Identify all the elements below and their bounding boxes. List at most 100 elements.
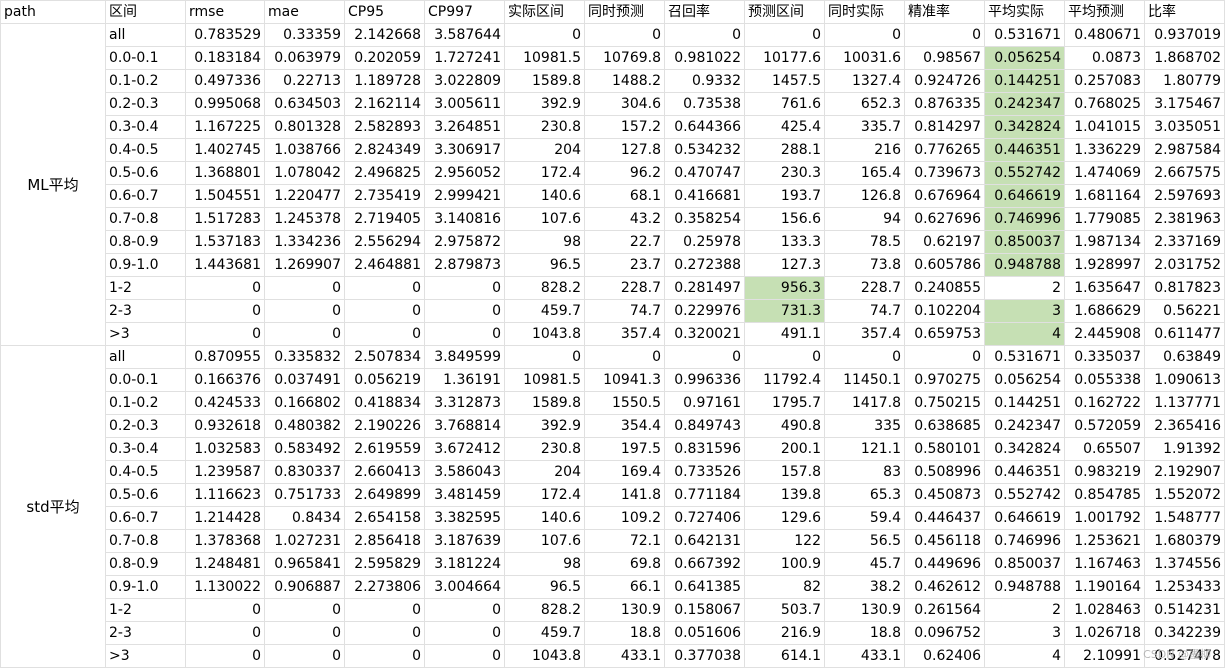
value-cell[interactable]: 1.517283 xyxy=(185,207,265,231)
value-cell[interactable]: 2.856418 xyxy=(344,529,425,553)
value-cell[interactable]: 0 xyxy=(264,322,345,346)
value-cell[interactable]: 2.667575 xyxy=(1144,161,1225,185)
value-cell[interactable]: 354.4 xyxy=(584,414,665,438)
value-cell[interactable]: 2.381963 xyxy=(1144,207,1225,231)
value-cell[interactable]: 0.480671 xyxy=(1064,23,1145,47)
value-cell[interactable]: 2.190226 xyxy=(344,414,425,438)
interval-cell[interactable]: 0.4-0.5 xyxy=(105,460,186,484)
value-cell[interactable]: 96.2 xyxy=(584,161,665,185)
value-cell[interactable]: 2.10991 xyxy=(1064,644,1145,668)
value-cell[interactable]: 0 xyxy=(185,598,265,622)
value-cell[interactable]: 1.91392 xyxy=(1144,437,1225,461)
value-cell[interactable]: 127.8 xyxy=(584,138,665,162)
value-cell[interactable]: 828.2 xyxy=(504,276,585,300)
value-cell[interactable]: 0 xyxy=(344,276,425,300)
value-cell[interactable]: 1.987134 xyxy=(1064,230,1145,254)
value-cell[interactable]: 0.948788 xyxy=(984,575,1065,599)
value-cell[interactable]: 652.3 xyxy=(824,92,905,116)
value-cell[interactable]: 140.6 xyxy=(504,506,585,530)
value-cell[interactable]: 3.035051 xyxy=(1144,115,1225,139)
value-cell[interactable]: 2.142668 xyxy=(344,23,425,47)
value-cell[interactable]: 204 xyxy=(504,460,585,484)
value-cell[interactable]: 0.158067 xyxy=(664,598,745,622)
value-cell[interactable]: 0.641385 xyxy=(664,575,745,599)
value-cell[interactable]: 1.336229 xyxy=(1064,138,1145,162)
value-cell[interactable]: 0.830337 xyxy=(264,460,345,484)
column-header[interactable]: 平均预测 xyxy=(1064,0,1145,24)
value-cell[interactable]: 45.7 xyxy=(824,552,905,576)
value-cell[interactable]: 1043.8 xyxy=(504,644,585,668)
value-cell[interactable]: 1589.8 xyxy=(504,391,585,415)
value-cell[interactable]: 2 xyxy=(984,598,1065,622)
value-cell[interactable]: 0 xyxy=(344,299,425,323)
value-cell[interactable]: 2.879873 xyxy=(424,253,505,277)
value-cell[interactable]: 0.508996 xyxy=(904,460,985,484)
value-cell[interactable]: 357.4 xyxy=(824,322,905,346)
value-cell[interactable]: 2.735419 xyxy=(344,184,425,208)
value-cell[interactable]: 0 xyxy=(424,598,505,622)
value-cell[interactable]: 1.090613 xyxy=(1144,368,1225,392)
value-cell[interactable]: 0.335832 xyxy=(264,345,345,369)
column-header[interactable]: 同时实际 xyxy=(824,0,905,24)
value-cell[interactable]: 2.273806 xyxy=(344,575,425,599)
value-cell[interactable]: 130.9 xyxy=(824,598,905,622)
value-cell[interactable]: 100.9 xyxy=(744,552,825,576)
value-cell[interactable]: 459.7 xyxy=(504,621,585,645)
value-cell[interactable]: 0.937019 xyxy=(1144,23,1225,47)
value-cell[interactable]: 1.269907 xyxy=(264,253,345,277)
value-cell[interactable]: 2.507834 xyxy=(344,345,425,369)
value-cell[interactable]: 0.162722 xyxy=(1064,391,1145,415)
value-cell[interactable]: 0.98567 xyxy=(904,46,985,70)
value-cell[interactable]: 10941.3 xyxy=(584,368,665,392)
column-header[interactable]: CP95 xyxy=(344,0,425,24)
value-cell[interactable]: 230.3 xyxy=(744,161,825,185)
value-cell[interactable]: 0.534232 xyxy=(664,138,745,162)
interval-cell[interactable]: 0.3-0.4 xyxy=(105,115,186,139)
value-cell[interactable]: 0.634503 xyxy=(264,92,345,116)
value-cell[interactable]: 0.831596 xyxy=(664,437,745,461)
value-cell[interactable]: 172.4 xyxy=(504,161,585,185)
value-cell[interactable]: 1.038766 xyxy=(264,138,345,162)
value-cell[interactable]: 3.587644 xyxy=(424,23,505,47)
value-cell[interactable]: 1.36191 xyxy=(424,368,505,392)
value-cell[interactable]: 2 xyxy=(984,276,1065,300)
interval-cell[interactable]: >3 xyxy=(105,644,186,668)
value-cell[interactable]: 197.5 xyxy=(584,437,665,461)
value-cell[interactable]: 3 xyxy=(984,621,1065,645)
value-cell[interactable]: 2.445908 xyxy=(1064,322,1145,346)
value-cell[interactable]: 0.850037 xyxy=(984,230,1065,254)
value-cell[interactable]: 4 xyxy=(984,644,1065,668)
value-cell[interactable]: 10981.5 xyxy=(504,46,585,70)
value-cell[interactable]: 0.514231 xyxy=(1144,598,1225,622)
value-cell[interactable]: 1.680379 xyxy=(1144,529,1225,553)
value-cell[interactable]: 0.751733 xyxy=(264,483,345,507)
value-cell[interactable]: 0.450873 xyxy=(904,483,985,507)
interval-cell[interactable]: 0.6-0.7 xyxy=(105,184,186,208)
value-cell[interactable]: 2.582893 xyxy=(344,115,425,139)
value-cell[interactable]: 0.746996 xyxy=(984,529,1065,553)
value-cell[interactable]: 3.264851 xyxy=(424,115,505,139)
value-cell[interactable]: 0 xyxy=(584,345,665,369)
value-cell[interactable]: 2.556294 xyxy=(344,230,425,254)
value-cell[interactable]: 1.078042 xyxy=(264,161,345,185)
value-cell[interactable]: 0.449696 xyxy=(904,552,985,576)
value-cell[interactable]: 0.051606 xyxy=(664,621,745,645)
value-cell[interactable]: 0.642131 xyxy=(664,529,745,553)
value-cell[interactable]: 10981.5 xyxy=(504,368,585,392)
value-cell[interactable]: 0.281497 xyxy=(664,276,745,300)
column-header[interactable]: mae xyxy=(264,0,345,24)
value-cell[interactable]: 1.443681 xyxy=(185,253,265,277)
value-cell[interactable]: 204 xyxy=(504,138,585,162)
value-cell[interactable]: 1.253621 xyxy=(1064,529,1145,553)
interval-cell[interactable]: 0.2-0.3 xyxy=(105,414,186,438)
column-header[interactable]: 精准率 xyxy=(904,0,985,24)
value-cell[interactable]: 139.8 xyxy=(744,483,825,507)
value-cell[interactable]: 122 xyxy=(744,529,825,553)
value-cell[interactable]: 0.996336 xyxy=(664,368,745,392)
value-cell[interactable]: 0.676964 xyxy=(904,184,985,208)
value-cell[interactable]: 335 xyxy=(824,414,905,438)
value-cell[interactable]: 357.4 xyxy=(584,322,665,346)
value-cell[interactable]: 3.586043 xyxy=(424,460,505,484)
value-cell[interactable]: 491.1 xyxy=(744,322,825,346)
value-cell[interactable]: 0 xyxy=(185,322,265,346)
